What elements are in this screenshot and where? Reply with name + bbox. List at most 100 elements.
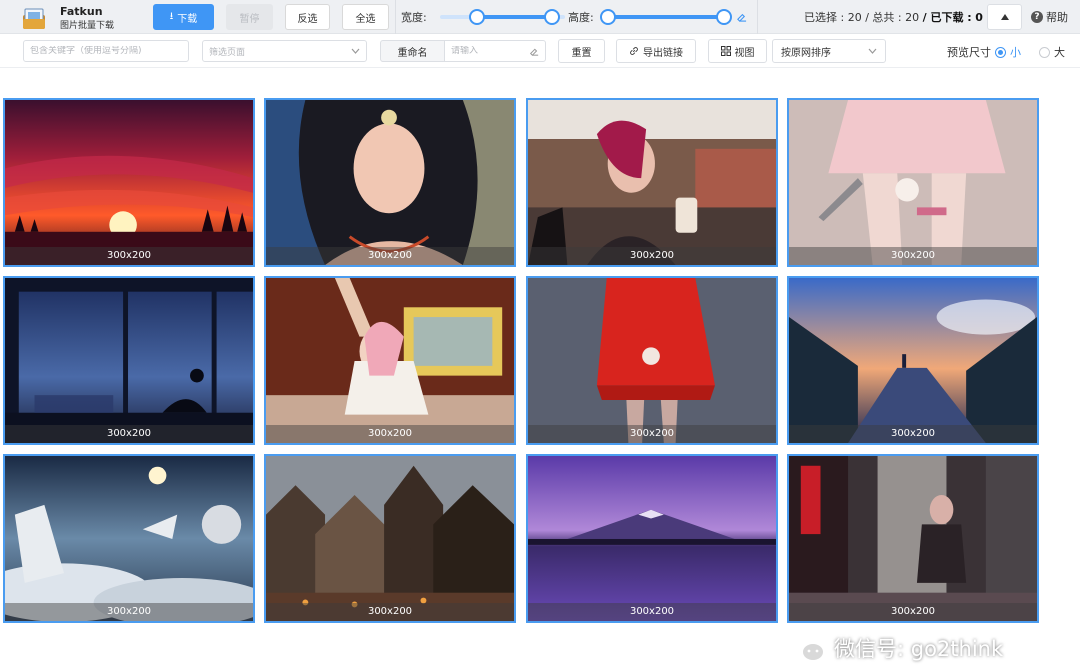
wechat-icon (787, 634, 825, 662)
image-card[interactable]: 300x200 (526, 454, 778, 623)
height-label: 高度: (568, 11, 594, 24)
preview-size-control: 预览尺寸 小 大 (947, 44, 1065, 60)
image-size-caption: 300x200 (789, 603, 1037, 621)
purple-mountain-image (528, 456, 776, 621)
select-all-button[interactable]: 全选 (342, 4, 389, 30)
app-name: Fatkun (60, 5, 103, 18)
help-icon: ? (1031, 11, 1043, 23)
image-size-caption: 300x200 (266, 247, 514, 265)
width-max-handle[interactable] (543, 9, 560, 25)
app-logo-icon (23, 8, 45, 29)
downloaded-count: 0 (975, 11, 983, 24)
image-card[interactable]: 300x200 (526, 98, 778, 267)
anime-room-image (266, 278, 514, 443)
rename-field[interactable] (444, 40, 546, 62)
image-card[interactable]: 300x200 (787, 454, 1039, 623)
size-small-label[interactable]: 小 (1010, 44, 1021, 60)
image-size-caption: 300x200 (789, 247, 1037, 265)
image-size-caption: 300x200 (528, 247, 776, 265)
filter-bar: 筛选页面 重命名 重置 导出链接 视图 按原网排序 预览尺寸 (0, 34, 1080, 68)
image-size-caption: 300x200 (5, 247, 253, 265)
image-card[interactable]: 300x200 (264, 276, 516, 445)
rename-button[interactable]: 重命名 (380, 40, 444, 62)
size-large-radio[interactable] (1039, 46, 1050, 58)
height-max-handle[interactable] (716, 9, 732, 25)
page-filter-placeholder: 筛选页面 (209, 47, 246, 58)
castle-town-image (266, 456, 514, 621)
triangle-up-icon (1000, 14, 1009, 20)
chevron-down-icon (868, 48, 877, 54)
chevron-down-icon (351, 48, 360, 54)
download-icon: ⭳ (169, 10, 174, 22)
total-count: 20 (905, 11, 920, 24)
image-grid: 300x200 300x200 300x200 300x200 300x200 … (0, 68, 1080, 662)
image-card[interactable]: 300x200 (3, 454, 255, 623)
image-size-caption: 300x200 (789, 425, 1037, 443)
preview-size-label: 预览尺寸 (947, 46, 991, 59)
evening-walkway-image (789, 278, 1037, 443)
image-size-caption: 300x200 (5, 603, 253, 621)
width-range-slider[interactable] (440, 9, 565, 25)
scroll-top-button[interactable] (987, 4, 1022, 30)
size-small-radio[interactable] (995, 46, 1006, 58)
reset-label: 重置 (571, 47, 592, 59)
city-window-image (5, 278, 253, 443)
export-label: 导出链接 (643, 47, 683, 59)
reset-button[interactable]: 重置 (558, 39, 605, 63)
keyword-filter-input[interactable] (30, 46, 182, 56)
app-subtitle: 图片批量下载 (60, 21, 115, 31)
neon-street-image (789, 456, 1037, 621)
image-size-caption: 300x200 (528, 603, 776, 621)
clear-icon[interactable] (736, 11, 747, 22)
rename-input[interactable] (451, 46, 529, 56)
height-range-slider[interactable] (600, 9, 732, 25)
help-label: 帮助 (1046, 11, 1068, 24)
size-large-label[interactable]: 大 (1054, 44, 1065, 60)
image-card[interactable]: 300x200 (3, 276, 255, 445)
export-links-button[interactable]: 导出链接 (616, 39, 696, 63)
width-label: 宽度: (401, 11, 427, 24)
view-button[interactable]: 视图 (708, 39, 767, 63)
image-card[interactable]: 300x200 (264, 98, 516, 267)
watermark: 微信号: go2think (786, 630, 1003, 666)
help-link[interactable]: ? 帮助 (1031, 9, 1068, 25)
toolbar-divider (395, 0, 396, 34)
image-card[interactable]: 300x200 (3, 98, 255, 267)
image-card[interactable]: 300x200 (264, 454, 516, 623)
download-label: 下载 (177, 13, 198, 25)
image-size-caption: 300x200 (5, 425, 253, 443)
image-size-caption: 300x200 (266, 425, 514, 443)
pink-dress-image (789, 100, 1037, 265)
market-girl-image (528, 100, 776, 265)
width-min-handle[interactable] (469, 9, 486, 25)
keyword-filter-field[interactable] (23, 40, 189, 62)
rename-label: 重命名 (397, 47, 428, 59)
selected-label: 已选择 : (804, 11, 845, 24)
girl-jewels-image (266, 100, 514, 265)
image-card[interactable]: 300x200 (787, 276, 1039, 445)
pause-button[interactable]: 暂停 (226, 4, 273, 30)
app-brand: Fatkun 图片批量下载 (22, 4, 142, 32)
downloaded-label: / 已下载 : (922, 11, 972, 24)
grid-icon (720, 46, 731, 56)
image-card[interactable]: 300x200 (526, 276, 778, 445)
download-button[interactable]: ⭳ 下载 (153, 4, 214, 30)
invert-label: 反选 (297, 13, 318, 25)
invert-selection-button[interactable]: 反选 (285, 4, 330, 30)
watermark-text: 微信号: go2think (834, 637, 1004, 661)
view-label: 视图 (734, 47, 755, 59)
sunset-image (5, 100, 253, 265)
sort-select[interactable]: 按原网排序 (772, 39, 886, 63)
select-all-label: 全选 (355, 13, 376, 25)
page-filter-select[interactable]: 筛选页面 (202, 40, 367, 62)
image-card[interactable]: 300x200 (787, 98, 1039, 267)
toolbar-divider (757, 0, 758, 34)
download-stats: 已选择 : 20 / 总共 : 20 / 已下载 : 0 (804, 9, 983, 25)
sort-label: 按原网排序 (781, 47, 831, 59)
clear-icon[interactable] (529, 46, 539, 56)
selected-count: 20 (847, 11, 862, 24)
height-min-handle[interactable] (600, 9, 616, 25)
red-hoodie-image (528, 278, 776, 443)
pause-label: 暂停 (239, 13, 260, 25)
image-size-caption: 300x200 (266, 603, 514, 621)
